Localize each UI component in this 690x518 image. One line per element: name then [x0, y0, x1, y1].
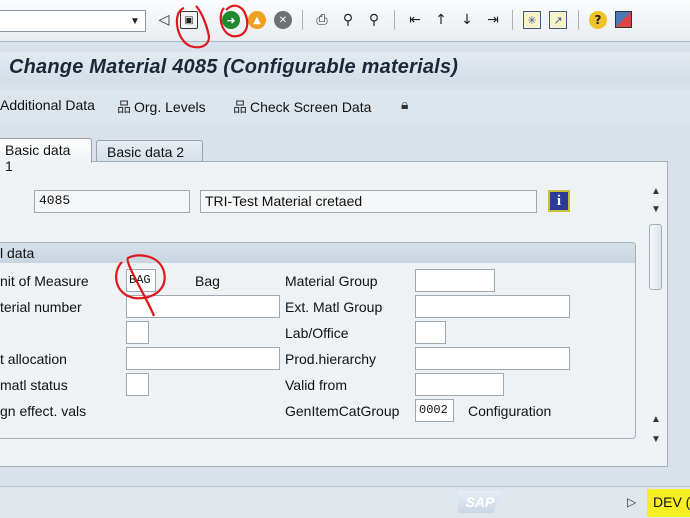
layout-menu-icon[interactable]	[615, 11, 632, 28]
x-plant-status-field[interactable]	[126, 373, 149, 396]
green-back-icon[interactable]: ➜	[222, 11, 240, 29]
command-field[interactable]: ▼	[0, 10, 146, 32]
lab-office-field[interactable]	[415, 321, 446, 344]
scroll-up-arrow-icon[interactable]: ▲	[651, 186, 661, 197]
scroll-up-arrow-icon[interactable]: ▲	[651, 414, 661, 425]
org-levels-button[interactable]: 品 Org. Levels	[117, 97, 206, 117]
exit-icon[interactable]: ▲	[248, 11, 266, 29]
additional-data-label: Additional Data	[0, 97, 95, 113]
previous-page-icon[interactable]: ↑	[431, 10, 451, 30]
system-info-box[interactable]: DEV (	[647, 489, 690, 517]
prod-hierarchy-label: Prod.hierarchy	[285, 351, 377, 367]
save-icon[interactable]: ▣	[180, 11, 198, 29]
material-group-field[interactable]	[415, 269, 495, 292]
cancel-icon[interactable]: ✕	[274, 11, 292, 29]
page-title: Change Material 4085 (Configurable mater…	[9, 56, 459, 78]
find-next-icon[interactable]: ⚲	[364, 10, 384, 30]
valid-from-label: Valid from	[285, 377, 347, 393]
gen-item-cat-group-label: GenItemCatGroup	[285, 403, 400, 419]
material-description-value: TRI-Test Material cretaed	[205, 193, 363, 209]
check-screen-data-button[interactable]: 品 Check Screen Data	[233, 97, 371, 117]
tab-basic-data-2[interactable]: Basic data 2	[96, 140, 203, 163]
print-icon[interactable]: ⎙	[312, 10, 332, 30]
lab-office-label: Lab/Office	[285, 325, 349, 341]
old-material-number-label: terial number	[0, 299, 82, 315]
tab-basic-data-1[interactable]: Basic data 1	[0, 138, 92, 174]
ext-matl-group-field[interactable]	[415, 295, 570, 318]
toolbar-separator	[578, 10, 579, 30]
scrollbar-thumb[interactable]	[649, 224, 662, 290]
expand-arrow-icon[interactable]: ▷	[627, 495, 636, 509]
division-field[interactable]	[126, 321, 149, 344]
toolbar-separator	[302, 10, 303, 30]
material-group-label: Material Group	[285, 273, 378, 289]
scroll-down-arrow-icon[interactable]: ▼	[651, 204, 661, 215]
ext-matl-group-label: Ext. Matl Group	[285, 299, 383, 315]
chevron-down-icon[interactable]: ▼	[127, 13, 143, 29]
valid-from-field[interactable]	[415, 373, 504, 396]
first-page-icon[interactable]: ⇤	[405, 10, 425, 30]
application-toolbar: Additional Data 品 Org. Levels 品 Check Sc…	[0, 90, 690, 124]
material-number-value: 4085	[39, 193, 71, 208]
create-session-icon[interactable]: ✳	[523, 11, 541, 29]
next-page-icon[interactable]: ↓	[457, 10, 477, 30]
base-uom-text: Bag	[195, 273, 220, 289]
vertical-scrollbar[interactable]: ▲ ▼ ▲ ▼	[646, 184, 668, 454]
base-uom-value: BAG	[129, 273, 151, 287]
material-description-field[interactable]: TRI-Test Material cretaed	[200, 190, 537, 213]
toolbar-separator	[394, 10, 395, 30]
back-icon[interactable]: ◁	[154, 10, 174, 30]
check-screen-data-label: Check Screen Data	[250, 99, 372, 115]
additional-data-button[interactable]: Additional Data	[0, 97, 95, 113]
status-bar: SAP ▷ DEV (	[0, 486, 690, 518]
tab-content-panel: 4085 TRI-Test Material cretaed i l data …	[0, 161, 668, 467]
system-info-text: DEV (	[653, 494, 690, 510]
gen-item-cat-group-text: Configuration	[468, 403, 552, 419]
hierarchy-icon: 品	[117, 100, 131, 116]
scroll-down-arrow-icon[interactable]: ▼	[651, 434, 661, 445]
sap-logo: SAP	[458, 491, 502, 513]
product-allocation-label: t allocation	[0, 351, 67, 367]
base-uom-field[interactable]: BAG	[126, 269, 156, 292]
assign-effect-vals-label: gn effect. vals	[0, 403, 87, 419]
org-levels-label: Org. Levels	[134, 99, 206, 115]
title-bar: Change Material 4085 (Configurable mater…	[0, 52, 690, 84]
material-number-field[interactable]: 4085	[34, 190, 190, 213]
shortcut-icon[interactable]: ↗	[549, 11, 567, 29]
prod-hierarchy-field[interactable]	[415, 347, 570, 370]
tab-strip: Basic data 1 Basic data 2	[0, 134, 690, 174]
system-toolbar: ▼ ◁ ▣ ➜ ▲ ✕ ⎙ ⚲ ⚲ ⇤ ↑ ↓ ⇥ ✳ ↗ ?	[0, 0, 690, 42]
general-data-title: l data	[0, 245, 35, 261]
help-icon[interactable]: ?	[589, 11, 607, 29]
x-plant-status-label: matl status	[0, 377, 68, 393]
toolbar-separator	[512, 10, 513, 30]
last-page-icon[interactable]: ⇥	[483, 10, 503, 30]
general-data-header: l data	[0, 243, 635, 263]
lock-icon[interactable]: 🔒︎	[401, 97, 408, 113]
gen-item-cat-group-field[interactable]: 0002	[415, 399, 454, 422]
general-data-group: l data nit of Measure BAG Bag terial num…	[0, 242, 636, 439]
hierarchy-icon: 品	[233, 100, 247, 116]
info-icon[interactable]: i	[548, 190, 570, 212]
base-uom-label: nit of Measure	[0, 273, 89, 289]
product-allocation-field[interactable]	[126, 347, 280, 370]
gen-item-cat-group-value: 0002	[419, 403, 448, 417]
find-icon[interactable]: ⚲	[338, 10, 358, 30]
tab-label: Basic data 2	[107, 144, 185, 160]
old-material-number-field[interactable]	[126, 295, 280, 318]
